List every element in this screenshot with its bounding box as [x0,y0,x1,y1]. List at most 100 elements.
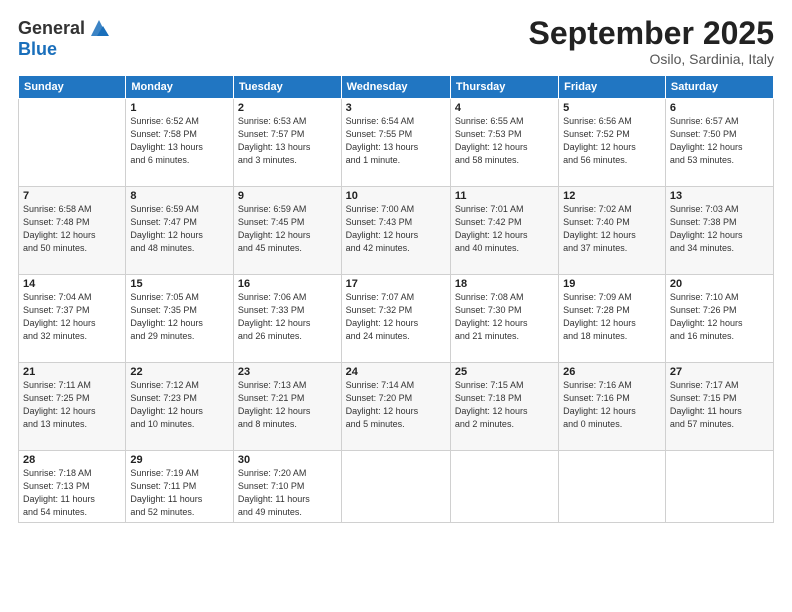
calendar-table: SundayMondayTuesdayWednesdayThursdayFrid… [18,75,774,523]
day-number: 23 [238,366,337,378]
calendar-cell: 21 Sunrise: 7:11 AMSunset: 7:25 PMDayligh… [19,363,126,451]
calendar-cell: 14 Sunrise: 7:04 AMSunset: 7:37 PMDayligh… [19,275,126,363]
logo-general: General [18,19,85,37]
day-number: 29 [130,454,229,466]
calendar-cell [19,99,126,187]
day-detail: Sunrise: 7:04 AMSunset: 7:37 PMDaylight:… [23,292,96,341]
day-detail: Sunrise: 7:16 AMSunset: 7:16 PMDaylight:… [563,380,636,429]
calendar-cell: 11Sunrise: 7:01 AMSunset: 7:42 PMDayligh… [450,187,558,275]
day-number: 17 [346,278,446,290]
day-number: 27 [670,366,769,378]
day-detail: Sunrise: 6:55 AMSunset: 7:53 PMDaylight:… [455,116,528,165]
day-number: 5 [563,102,661,114]
day-detail: Sunrise: 7:06 AMSunset: 7:33 PMDaylight:… [238,292,311,341]
col-header-tuesday: Tuesday [233,76,341,99]
calendar-cell [341,451,450,523]
calendar-cell: 17 Sunrise: 7:07 AMSunset: 7:32 PMDayligh… [341,275,450,363]
day-detail: Sunrise: 7:00 AMSunset: 7:43 PMDaylight:… [346,204,419,253]
calendar-cell: 10 Sunrise: 7:00 AMSunset: 7:43 PMDayligh… [341,187,450,275]
day-number: 18 [455,278,554,290]
calendar-cell: 6 Sunrise: 6:57 AMSunset: 7:50 PMDaylight… [665,99,773,187]
col-header-wednesday: Wednesday [341,76,450,99]
calendar-cell: 13 Sunrise: 7:03 AMSunset: 7:38 PMDayligh… [665,187,773,275]
day-detail: Sunrise: 7:05 AMSunset: 7:35 PMDaylight:… [130,292,203,341]
calendar-cell [559,451,666,523]
day-detail: Sunrise: 7:20 AMSunset: 7:10 PMDaylight:… [238,468,310,517]
day-detail: Sunrise: 6:59 AMSunset: 7:47 PMDaylight:… [130,204,203,253]
calendar-cell: 1 Sunrise: 6:52 AMSunset: 7:58 PMDaylight… [126,99,234,187]
day-detail: Sunrise: 6:52 AMSunset: 7:58 PMDaylight:… [130,116,203,165]
calendar-cell: 15 Sunrise: 7:05 AMSunset: 7:35 PMDayligh… [126,275,234,363]
day-detail: Sunrise: 6:57 AMSunset: 7:50 PMDaylight:… [670,116,743,165]
col-header-thursday: Thursday [450,76,558,99]
day-number: 19 [563,278,661,290]
day-number: 6 [670,102,769,114]
day-number: 21 [23,366,121,378]
day-detail: Sunrise: 7:03 AMSunset: 7:38 PMDaylight:… [670,204,743,253]
day-detail: Sunrise: 6:56 AMSunset: 7:52 PMDaylight:… [563,116,636,165]
day-number: 2 [238,102,337,114]
day-detail: Sunrise: 7:01 AMSunset: 7:42 PMDaylight:… [455,204,528,253]
calendar-cell: 28 Sunrise: 7:18 AMSunset: 7:13 PMDayligh… [19,451,126,523]
day-detail: Sunrise: 7:19 AMSunset: 7:11 PMDaylight:… [130,468,202,517]
calendar-cell: 29 Sunrise: 7:19 AMSunset: 7:11 PMDayligh… [126,451,234,523]
day-detail: Sunrise: 7:08 AMSunset: 7:30 PMDaylight:… [455,292,528,341]
day-number: 3 [346,102,446,114]
day-detail: Sunrise: 7:13 AMSunset: 7:21 PMDaylight:… [238,380,311,429]
day-number: 22 [130,366,229,378]
calendar-cell: 3Sunrise: 6:54 AMSunset: 7:55 PMDaylight… [341,99,450,187]
col-header-friday: Friday [559,76,666,99]
calendar-cell: 22 Sunrise: 7:12 AMSunset: 7:23 PMDayligh… [126,363,234,451]
calendar-cell [665,451,773,523]
day-number: 12 [563,190,661,202]
logo-icon [87,16,111,40]
calendar-header-row: SundayMondayTuesdayWednesdayThursdayFrid… [19,76,774,99]
day-detail: Sunrise: 7:12 AMSunset: 7:23 PMDaylight:… [130,380,203,429]
day-number: 26 [563,366,661,378]
location: Osilo, Sardinia, Italy [529,51,774,67]
day-number: 20 [670,278,769,290]
calendar-cell: 20 Sunrise: 7:10 AMSunset: 7:26 PMDayligh… [665,275,773,363]
calendar-cell: 27Sunrise: 7:17 AMSunset: 7:15 PMDayligh… [665,363,773,451]
day-number: 8 [130,190,229,202]
logo-block: General Blue [18,16,111,60]
day-number: 15 [130,278,229,290]
calendar-cell: 19 Sunrise: 7:09 AMSunset: 7:28 PMDayligh… [559,275,666,363]
day-number: 25 [455,366,554,378]
calendar-cell: 8 Sunrise: 6:59 AMSunset: 7:47 PMDaylight… [126,187,234,275]
month-title: September 2025 [529,16,774,51]
calendar-cell: 24Sunrise: 7:14 AMSunset: 7:20 PMDayligh… [341,363,450,451]
day-detail: Sunrise: 7:07 AMSunset: 7:32 PMDaylight:… [346,292,419,341]
header: General Blue September 2025 Osilo, Sardi… [18,16,774,67]
day-detail: Sunrise: 7:09 AMSunset: 7:28 PMDaylight:… [563,292,636,341]
day-detail: Sunrise: 7:18 AMSunset: 7:13 PMDaylight:… [23,468,95,517]
logo: General Blue [18,16,111,60]
day-number: 13 [670,190,769,202]
calendar-cell: 16 Sunrise: 7:06 AMSunset: 7:33 PMDayligh… [233,275,341,363]
col-header-sunday: Sunday [19,76,126,99]
calendar-cell: 5 Sunrise: 6:56 AMSunset: 7:52 PMDaylight… [559,99,666,187]
day-number: 30 [238,454,337,466]
calendar-cell: 7Sunrise: 6:58 AMSunset: 7:48 PMDaylight… [19,187,126,275]
day-number: 28 [23,454,121,466]
logo-blue: Blue [18,39,57,59]
calendar-cell: 26 Sunrise: 7:16 AMSunset: 7:16 PMDayligh… [559,363,666,451]
day-detail: Sunrise: 6:53 AMSunset: 7:57 PMDaylight:… [238,116,311,165]
day-detail: Sunrise: 7:10 AMSunset: 7:26 PMDaylight:… [670,292,743,341]
col-header-monday: Monday [126,76,234,99]
day-detail: Sunrise: 7:11 AMSunset: 7:25 PMDaylight:… [23,380,96,429]
calendar-cell: 18 Sunrise: 7:08 AMSunset: 7:30 PMDayligh… [450,275,558,363]
day-detail: Sunrise: 6:58 AMSunset: 7:48 PMDaylight:… [23,204,96,253]
day-number: 10 [346,190,446,202]
day-number: 1 [130,102,229,114]
day-detail: Sunrise: 7:15 AMSunset: 7:18 PMDaylight:… [455,380,528,429]
day-number: 14 [23,278,121,290]
calendar-cell: 12Sunrise: 7:02 AMSunset: 7:40 PMDayligh… [559,187,666,275]
day-number: 4 [455,102,554,114]
col-header-saturday: Saturday [665,76,773,99]
page: General Blue September 2025 Osilo, Sardi… [0,0,792,612]
day-detail: Sunrise: 7:14 AMSunset: 7:20 PMDaylight:… [346,380,419,429]
day-detail: Sunrise: 6:59 AMSunset: 7:45 PMDaylight:… [238,204,311,253]
day-number: 16 [238,278,337,290]
calendar-cell [450,451,558,523]
